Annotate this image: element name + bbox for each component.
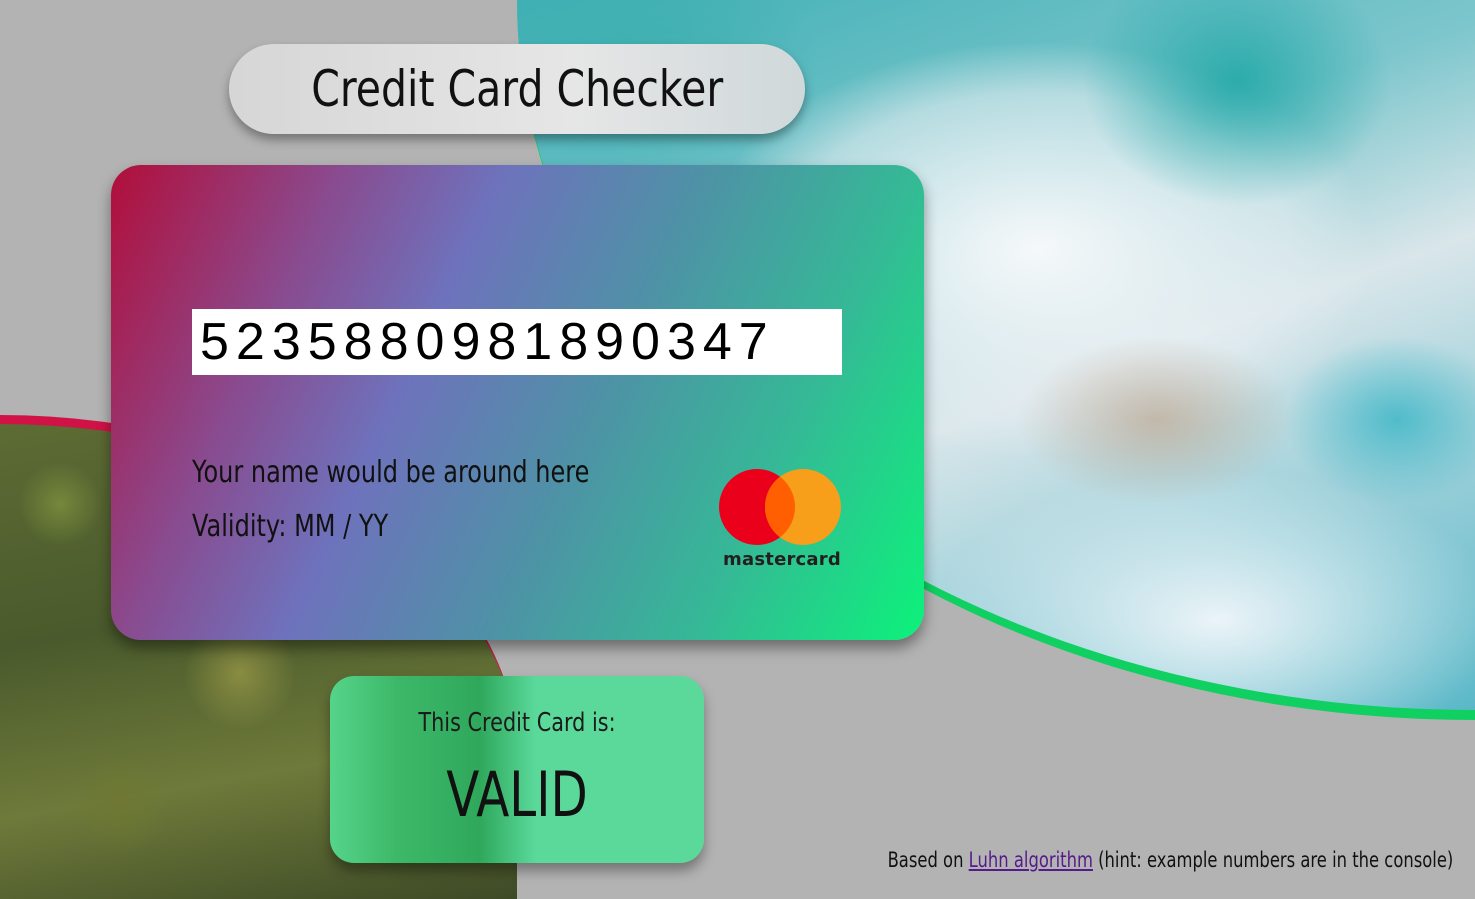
- mastercard-overlap: [765, 469, 795, 545]
- footer-note: Based on Luhn algorithm (hint: example n…: [887, 848, 1453, 872]
- title-banner: Credit Card Checker: [229, 44, 805, 134]
- card-validity: Validity: MM / YY: [192, 509, 389, 544]
- cardholder-name: Your name would be around here: [192, 455, 590, 490]
- footer-prefix: Based on: [887, 848, 964, 872]
- footer-hint: (hint: example numbers are in the consol…: [1097, 848, 1453, 872]
- result-label: This Credit Card is:: [418, 708, 616, 738]
- validation-result: This Credit Card is: VALID: [330, 676, 704, 863]
- result-status: VALID: [446, 758, 588, 831]
- credit-card: Your name would be around here Validity:…: [111, 165, 924, 640]
- mastercard-wordmark: mastercard: [723, 549, 841, 570]
- card-number-input[interactable]: [192, 309, 842, 375]
- luhn-algorithm-link[interactable]: Luhn algorithm: [968, 848, 1092, 872]
- mastercard-logo-icon: mastercard: [717, 469, 847, 570]
- page-title: Credit Card Checker: [310, 60, 724, 118]
